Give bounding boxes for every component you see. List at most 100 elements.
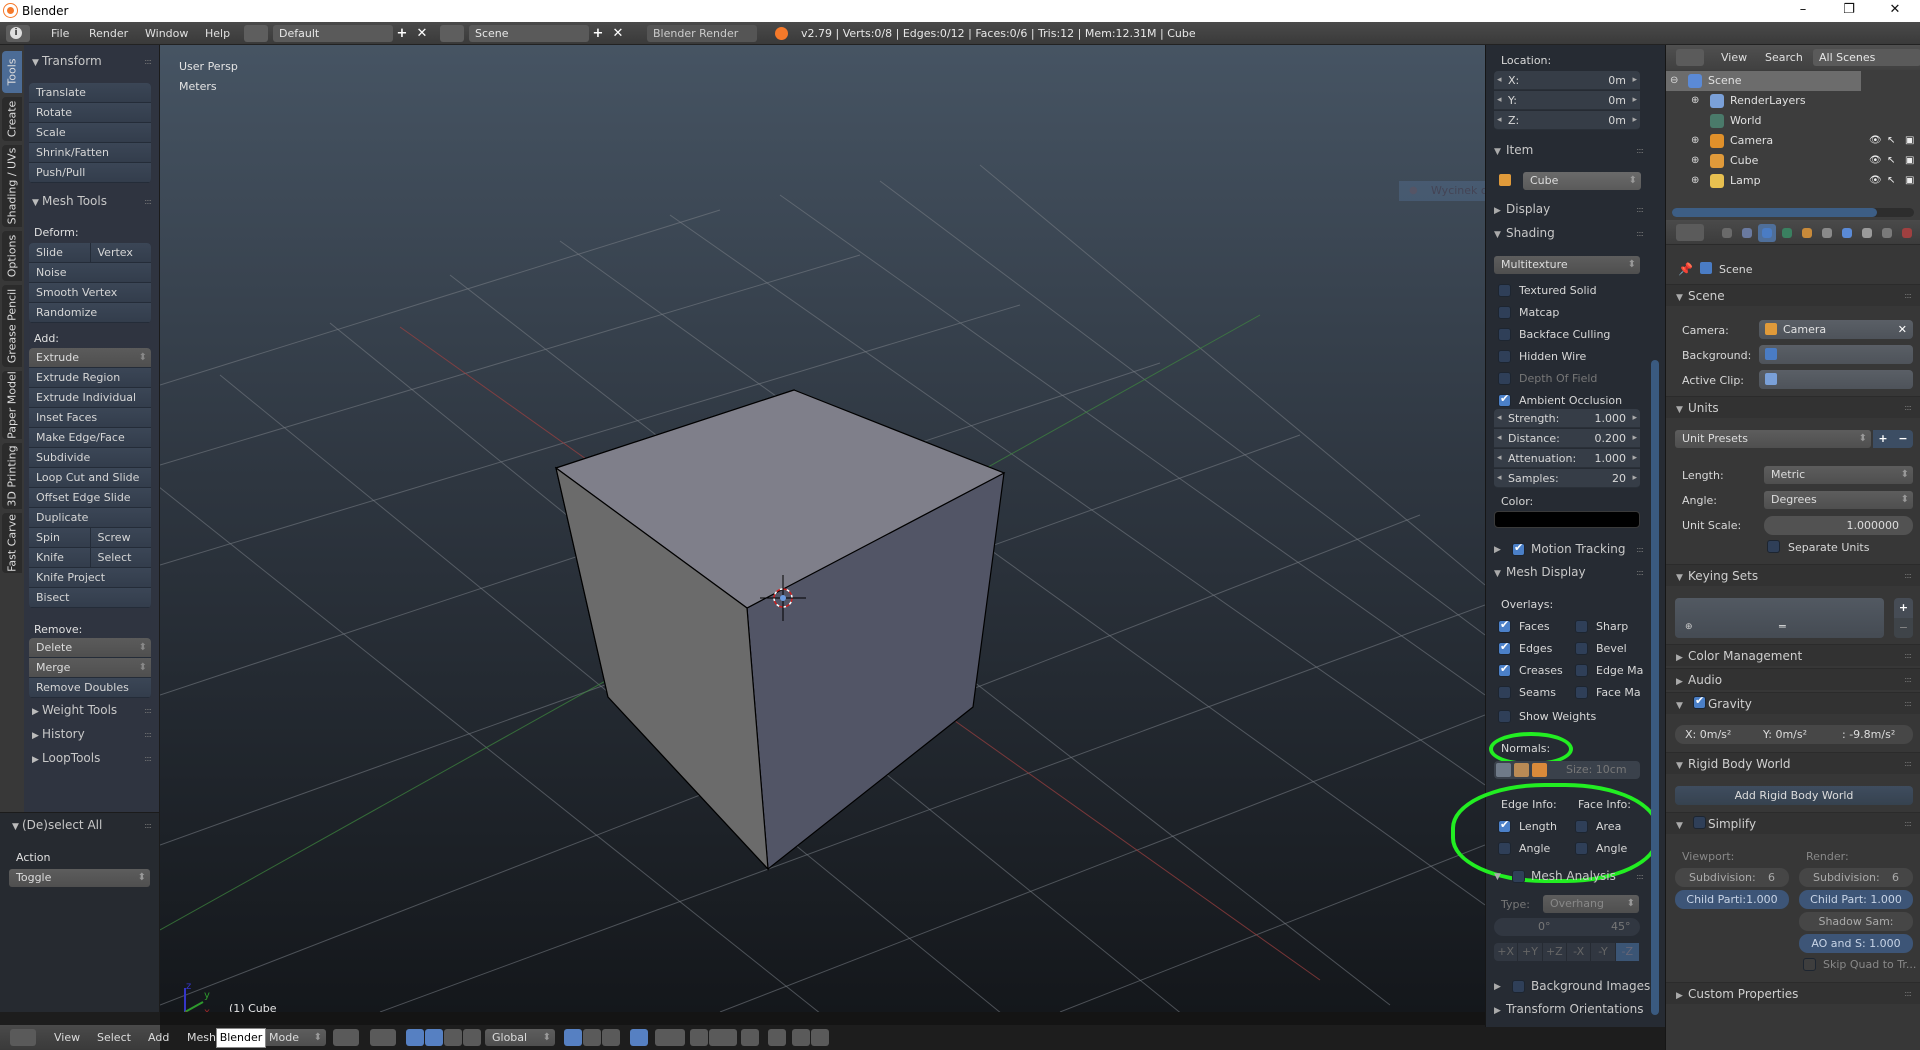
inset-faces-button[interactable]: Inset Faces [29, 408, 151, 428]
rigid-body-world-header[interactable]: ▼ Rigid Body World:::: [1666, 752, 1920, 774]
shadow-samples-field[interactable]: Shadow Sam: 16 [1799, 912, 1913, 947]
motion-tracking-header[interactable]: ▶ [1494, 541, 1506, 555]
properties-editor-type-icon[interactable] [1676, 224, 1704, 241]
menu-window[interactable]: Window [145, 27, 188, 40]
panel-mesh-tools-header[interactable]: ▼ Mesh Tools [32, 194, 107, 208]
audio-header[interactable]: ▶ Audio:::: [1666, 668, 1920, 690]
object-name-field[interactable]: Cube [1523, 172, 1641, 190]
knife-project-button[interactable]: Knife Project [29, 568, 151, 588]
outliner-display-mode-select[interactable]: All Scenes [1813, 49, 1920, 66]
vertex-select-mode-icon[interactable] [564, 1029, 582, 1046]
drag-grip-icon[interactable]: :::: [1904, 565, 1912, 587]
drag-grip-icon[interactable]: :::: [1904, 669, 1912, 691]
proportional-editing-icon[interactable] [655, 1029, 685, 1046]
custom-properties-header[interactable]: ▶ Custom Properties:::: [1666, 982, 1920, 1004]
simplify-checkbox[interactable] [1693, 816, 1706, 829]
tab-world[interactable] [1778, 224, 1796, 242]
show-gizmo-icon[interactable] [768, 1029, 786, 1046]
collapse-icon[interactable]: ⊖ [1670, 71, 1678, 91]
outliner-item-cube[interactable]: ⊕ Cube 👁 ↖ ▣ [1666, 151, 1920, 171]
visibility-eye-icon[interactable]: 👁 [1869, 131, 1882, 151]
add-screen-button[interactable]: + [393, 25, 411, 42]
matcap-checkbox[interactable] [1498, 306, 1511, 319]
smooth-vertex-button[interactable]: Smooth Vertex [29, 283, 151, 303]
normals-size-field[interactable]: Size: 10cm [1566, 763, 1627, 776]
add-scene-button[interactable]: + [589, 25, 607, 42]
drag-grip-icon[interactable]: :::: [144, 197, 152, 206]
transform-orientation-select[interactable]: Global [485, 1029, 555, 1046]
show-weights-checkbox[interactable] [1498, 710, 1511, 723]
axis-z-button[interactable]: +Z [1543, 943, 1567, 961]
panel-looptools-header[interactable]: ▶ LoopTools [32, 751, 100, 765]
analysis-max-field[interactable]: 45° [1611, 920, 1631, 933]
viewport-subdivision-field[interactable]: Subdivision: 6 [1675, 868, 1789, 887]
visibility-eye-icon[interactable]: 👁 [1869, 151, 1882, 171]
tab-tools[interactable]: Tools [2, 51, 22, 93]
hidden-wire-checkbox[interactable] [1498, 350, 1511, 363]
drag-grip-icon[interactable]: :::: [1904, 693, 1912, 715]
camera-field[interactable]: Camera ✕ [1759, 320, 1913, 339]
delete-select[interactable]: Delete [29, 638, 151, 658]
split-normals-icon[interactable] [1514, 763, 1529, 777]
axis-x-button[interactable]: -X [1567, 943, 1592, 961]
mesh-analysis-checkbox[interactable] [1512, 870, 1525, 883]
angle-unit-select[interactable]: Degrees [1764, 491, 1913, 509]
randomize-button[interactable]: Randomize [29, 303, 151, 323]
translate-button[interactable]: Translate [29, 83, 151, 103]
scene-panel-header[interactable]: ▼ Scene:::: [1666, 284, 1920, 306]
unit-scale-field[interactable]: 1.000000 [1764, 516, 1913, 535]
tab-create[interactable]: Create [2, 97, 22, 141]
shading-mode-select[interactable]: Multitexture [1494, 256, 1640, 274]
extrude-select[interactable]: Extrude [29, 348, 151, 368]
panel-history-header[interactable]: ▶ History [32, 727, 85, 741]
tab-scene[interactable] [1758, 224, 1776, 242]
edge-select-mode-icon[interactable] [583, 1029, 601, 1046]
merge-select[interactable]: Merge [29, 658, 151, 678]
ao-attenuation-field[interactable]: Attenuation:1.000 [1494, 449, 1640, 468]
remove-screen-button[interactable]: ✕ [413, 25, 431, 42]
outliner-item-renderlayers[interactable]: ⊕ RenderLayers [1666, 91, 1920, 111]
selectability-cursor-icon[interactable]: ↖ [1887, 171, 1895, 191]
drag-grip-icon[interactable]: :::: [144, 754, 152, 763]
mesh-analysis-header[interactable]: ▼ [1494, 868, 1506, 882]
pin-icon[interactable]: 📌 [1678, 262, 1693, 276]
visibility-eye-icon[interactable]: 👁 [1869, 171, 1882, 191]
tab-paper-model[interactable]: Paper Model [2, 371, 22, 439]
renderability-camera-icon[interactable]: ▣ [1905, 131, 1914, 151]
extrude-region-button[interactable]: Extrude Region [29, 368, 151, 388]
drag-grip-icon[interactable]: :::: [144, 730, 152, 739]
menu-render[interactable]: Render [89, 27, 128, 40]
subdivide-button[interactable]: Subdivide [29, 448, 151, 468]
outliner-menu-view[interactable]: View [1721, 51, 1747, 64]
outliner-item-scene[interactable]: ⊖ Scene [1666, 71, 1861, 91]
viewport-child-particles-field[interactable]: Child Parti:1.000 [1675, 890, 1789, 909]
active-clip-field[interactable] [1759, 370, 1913, 389]
drag-grip-icon[interactable]: :::: [1904, 813, 1912, 835]
overlay-sharp-checkbox[interactable] [1575, 620, 1588, 633]
background-scene-field[interactable] [1759, 345, 1913, 364]
screw-button[interactable]: Screw [90, 528, 151, 548]
render-child-particles-field[interactable]: Child Part: 1.000 [1799, 890, 1913, 909]
ao-distance-field[interactable]: Distance:0.200 [1494, 429, 1640, 448]
face-info-angle-checkbox[interactable] [1575, 842, 1588, 855]
minimize-button[interactable]: – [1780, 0, 1826, 22]
background-images-checkbox[interactable] [1512, 980, 1525, 993]
color-management-header[interactable]: ▶ Color Management:::: [1666, 644, 1920, 666]
bisect-button[interactable]: Bisect [29, 588, 151, 608]
add-rigid-body-world-button[interactable]: Add Rigid Body World [1675, 786, 1913, 805]
expand-icon[interactable]: ⊕ [1691, 151, 1699, 171]
tab-fast-carve[interactable]: Fast Carve [2, 513, 22, 573]
editor-type-info-icon[interactable]: i [6, 25, 30, 42]
limit-selection-icon[interactable] [630, 1029, 648, 1046]
tab-options[interactable]: Options [2, 231, 22, 281]
tab-constraints[interactable] [1818, 224, 1836, 242]
drag-grip-icon[interactable]: :::: [1636, 205, 1644, 214]
screen-layout-field[interactable]: Default [273, 25, 393, 42]
screen-layout-icon[interactable] [244, 25, 268, 42]
slide-vertex-button[interactable]: Vertex [90, 243, 151, 263]
textured-solid-checkbox[interactable] [1498, 284, 1511, 297]
keying-sets-header[interactable]: ▼ Keying Sets:::: [1666, 564, 1920, 586]
knife-button[interactable]: Knife [29, 548, 91, 568]
snap-toggle-icon[interactable] [690, 1029, 708, 1046]
panel-weight-tools-header[interactable]: ▶ Weight Tools [32, 703, 117, 717]
